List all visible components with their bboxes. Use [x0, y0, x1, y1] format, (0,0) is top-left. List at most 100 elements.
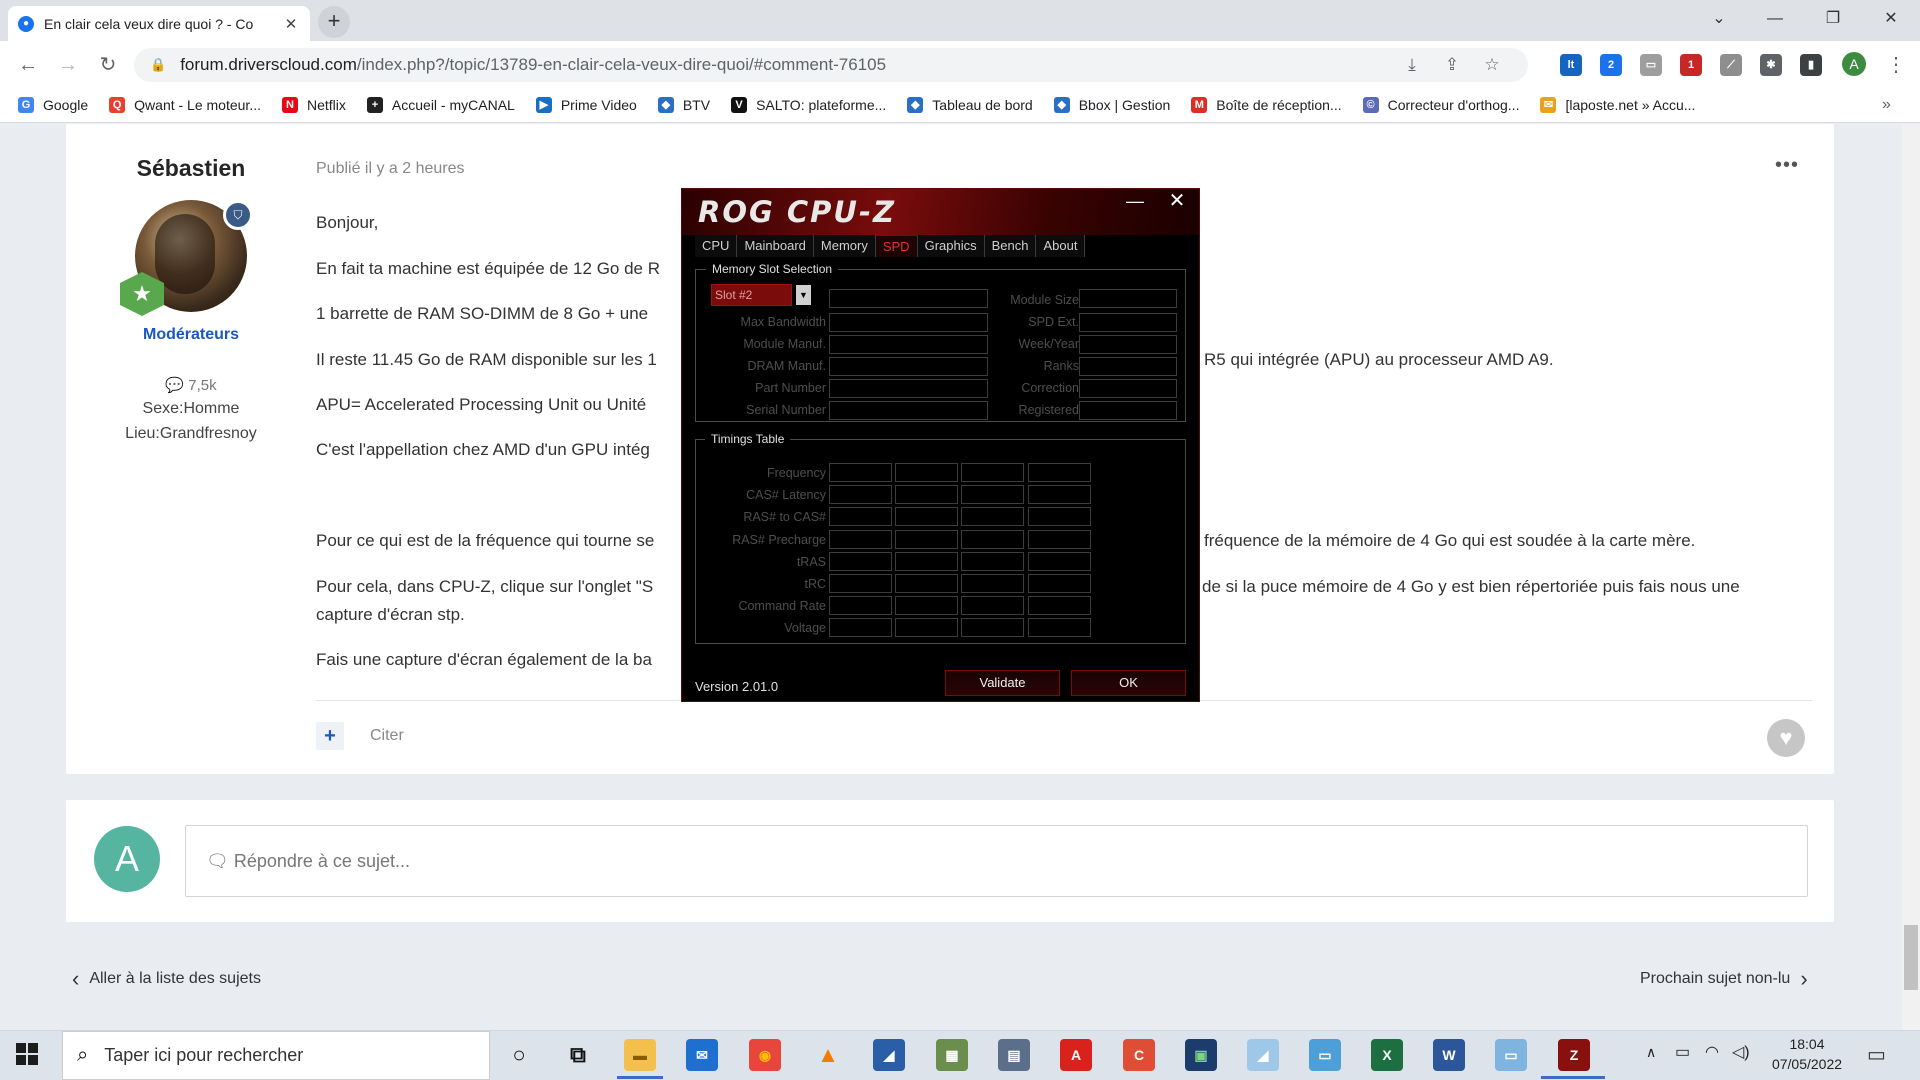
extension-lt-icon[interactable]: lt: [1560, 54, 1582, 76]
calculator-icon[interactable]: ▤: [998, 1039, 1030, 1071]
bookmark-item[interactable]: ▶ Prime Video: [535, 97, 637, 113]
bookmark-favicon-icon: ◆: [1053, 97, 1070, 113]
bookmark-item[interactable]: V SALTO: plateforme...: [731, 97, 886, 113]
back-arrow-icon[interactable]: ←: [14, 51, 42, 79]
bookmark-star-icon[interactable]: ☆: [1472, 55, 1512, 75]
minimize-button[interactable]: —: [1746, 0, 1804, 41]
bookmark-item[interactable]: ◆ Bbox | Gestion: [1053, 97, 1170, 113]
volume-icon[interactable]: ◁): [1732, 1042, 1750, 1062]
cpuz-tab-about[interactable]: About: [1036, 235, 1086, 257]
app-blue-icon[interactable]: ◢: [873, 1039, 905, 1071]
address-bar[interactable]: 🔒 forum.driverscloud.com/index.php?/topi…: [134, 48, 1528, 82]
chrome-icon[interactable]: ◉: [749, 1039, 781, 1071]
bookmark-item[interactable]: ✉ [laposte.net » Accu...: [1540, 97, 1695, 113]
timing-cell: [961, 618, 1024, 638]
back-to-topics-link[interactable]: ‹ Aller à la liste des sujets: [62, 966, 261, 992]
validate-button[interactable]: Validate: [945, 670, 1060, 696]
taskbar-active-indicator: [1541, 1076, 1605, 1079]
post-paragraph: R5 qui intégrée (APU) au processeur AMD …: [1204, 350, 1554, 369]
profile-avatar[interactable]: A: [1842, 52, 1866, 76]
pen-icon[interactable]: ◢: [1247, 1039, 1279, 1071]
extension-bitwarden-icon[interactable]: 2: [1600, 54, 1622, 76]
bookmark-item[interactable]: + Accueil - myCANAL: [366, 97, 515, 113]
tab-close-icon[interactable]: ✕: [282, 15, 300, 33]
cpuz-taskbar-icon[interactable]: Z: [1558, 1039, 1590, 1071]
cpuz-close-button[interactable]: ✕: [1164, 191, 1190, 213]
author-name[interactable]: Sébastien: [96, 155, 286, 182]
cpuz-tab-cpu[interactable]: CPU: [695, 235, 738, 257]
notifications-icon[interactable]: ▭: [1867, 1042, 1886, 1067]
share-icon[interactable]: ⇪: [1432, 55, 1472, 75]
cpuz-tab-spd[interactable]: SPD: [875, 235, 918, 257]
url-text[interactable]: forum.driverscloud.com/index.php?/topic/…: [180, 55, 1392, 75]
bookmark-item[interactable]: ◆ BTV: [657, 97, 710, 113]
timing-label: CAS# Latency: [746, 488, 826, 503]
page-scrollbar[interactable]: [1902, 124, 1920, 1030]
extension-cast-icon[interactable]: ▭: [1640, 54, 1662, 76]
install-app-icon[interactable]: ⤓: [1392, 55, 1432, 75]
timing-cell: [961, 551, 1024, 571]
acrobat-icon[interactable]: A: [1060, 1039, 1092, 1071]
ok-button[interactable]: OK: [1071, 670, 1186, 696]
show-hidden-icons-icon[interactable]: ∧: [1646, 1044, 1656, 1061]
app-green-icon[interactable]: ▣: [1185, 1039, 1217, 1071]
spd-label: DRAM Manuf.: [747, 359, 827, 373]
memory-slot-legend: Memory Slot Selection: [706, 262, 839, 276]
post-paragraph: fréquence de la mémoire de 4 Go qui est …: [1204, 531, 1696, 550]
screen-icon[interactable]: ▭: [1309, 1039, 1341, 1071]
bookmarks-overflow-icon[interactable]: »: [1882, 96, 1891, 114]
task-view-icon[interactable]: ⧉: [562, 1039, 594, 1071]
taskbar-search-box[interactable]: ⌕ Taper ici pour rechercher: [62, 1031, 490, 1080]
vlc-icon[interactable]: ▲: [812, 1039, 844, 1071]
word-icon[interactable]: W: [1433, 1039, 1465, 1071]
windows-start-icon[interactable]: [16, 1043, 38, 1065]
file-explorer-icon[interactable]: ▬: [624, 1039, 656, 1071]
chrome-menu-icon[interactable]: ⋮: [1882, 51, 1910, 79]
post-options-icon[interactable]: •••: [1775, 154, 1799, 177]
excel-icon[interactable]: X: [1371, 1039, 1403, 1071]
close-window-button[interactable]: ✕: [1862, 0, 1920, 41]
timing-cell: [961, 574, 1024, 593]
paint-icon[interactable]: ▦: [936, 1039, 968, 1071]
device-icon[interactable]: ▭: [1495, 1039, 1527, 1071]
bookmark-item[interactable]: M Boîte de réception...: [1191, 97, 1342, 113]
maximize-button[interactable]: ❐: [1804, 0, 1862, 41]
next-unread-link[interactable]: Prochain sujet non-lu ›: [1640, 966, 1818, 992]
cpuz-tab-memory[interactable]: Memory: [813, 235, 876, 257]
reload-icon[interactable]: ↻: [94, 51, 122, 79]
browser-tab[interactable]: ● En clair cela veux dire quoi ? - Co ✕: [8, 6, 310, 41]
post-date[interactable]: Publié il y a 2 heures: [316, 160, 465, 178]
lock-icon[interactable]: 🔒: [150, 57, 166, 73]
bookmark-item[interactable]: © Correcteur d'orthog...: [1362, 97, 1519, 113]
side-panel-icon[interactable]: ▮: [1800, 54, 1822, 76]
bookmark-item[interactable]: N Netflix: [282, 97, 346, 113]
cpuz-tab-bench[interactable]: Bench: [984, 235, 1037, 257]
battery-icon[interactable]: ▭: [1675, 1042, 1690, 1062]
multiquote-plus-button[interactable]: +: [316, 722, 344, 750]
scrollbar-thumb[interactable]: [1904, 925, 1918, 990]
wifi-icon[interactable]: ◠: [1705, 1042, 1719, 1062]
quote-button[interactable]: Citer: [370, 727, 404, 745]
chevron-down-icon[interactable]: ▼: [796, 285, 811, 305]
cpuz-tab-mainboard[interactable]: Mainboard: [737, 235, 814, 257]
new-tab-button[interactable]: +: [318, 6, 350, 38]
extensions-puzzle-icon[interactable]: ✱: [1760, 54, 1782, 76]
cpuz-minimize-button[interactable]: —: [1122, 191, 1148, 212]
extension-feather-icon[interactable]: ⟋: [1720, 54, 1742, 76]
bookmark-item[interactable]: G Google: [18, 97, 88, 113]
extension-ublock-icon[interactable]: 1: [1680, 54, 1702, 76]
cpuz-window[interactable]: ROG CPU-Z — ✕ CPU Mainboard Memory SPD Graph…: [681, 188, 1200, 702]
reply-input[interactable]: 🗨 Répondre à ce sujet...: [185, 825, 1808, 897]
cortana-icon[interactable]: ○: [503, 1039, 535, 1071]
like-heart-icon[interactable]: ♥: [1767, 719, 1805, 757]
bookmark-item[interactable]: Q Qwant - Le moteur...: [109, 97, 261, 113]
bookmark-item[interactable]: ◆ Tableau de bord: [907, 97, 1033, 113]
tab-search-icon[interactable]: ⌄: [1690, 0, 1748, 41]
mail-icon[interactable]: ✉: [686, 1039, 718, 1071]
slot-dropdown[interactable]: Slot #2: [711, 284, 792, 306]
ccleaner-icon[interactable]: C: [1123, 1039, 1155, 1071]
cpuz-tab-graphics[interactable]: Graphics: [917, 235, 985, 257]
timing-label: tRAS: [796, 554, 826, 569]
forward-arrow-icon[interactable]: →: [54, 51, 82, 79]
taskbar-clock[interactable]: 18:04 07/05/2022: [1752, 1034, 1862, 1074]
